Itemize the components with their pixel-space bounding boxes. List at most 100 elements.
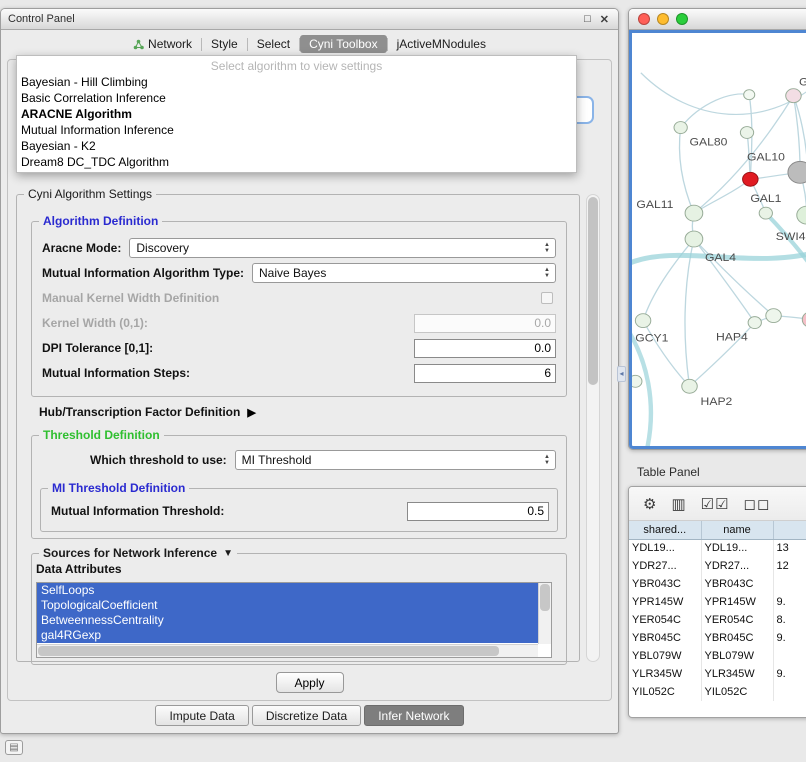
column-header[interactable]: name (701, 521, 773, 539)
table-row[interactable]: YDL19...YDL19...13 (629, 539, 806, 557)
network-node-hap2[interactable] (682, 379, 697, 393)
network-edge[interactable] (643, 321, 689, 387)
table-cell[interactable]: YLR345W (629, 665, 701, 683)
data-attribute-item[interactable]: TopologicalCoefficient (37, 598, 538, 613)
zoom-traffic-light[interactable] (676, 13, 688, 25)
hub-definition-toggle[interactable]: Hub/Transcription Factor Definition ▶ (39, 405, 256, 419)
network-edge[interactable] (632, 330, 651, 446)
settings-scrollbar[interactable] (586, 194, 600, 662)
table-cell[interactable]: 12 (773, 557, 806, 575)
settings-scrollbar-thumb[interactable] (588, 197, 598, 385)
select-all-icon[interactable]: ☑☑ (701, 495, 730, 513)
splitter-collapse-icon[interactable]: ◂ (617, 366, 626, 382)
dpi-tolerance-field[interactable] (414, 339, 556, 358)
which-threshold-select[interactable]: MI Threshold (235, 450, 556, 470)
network-node-hap4[interactable] (766, 309, 781, 323)
table-cell[interactable]: YBR043C (701, 575, 773, 593)
network-node-gal1[interactable] (759, 207, 772, 219)
algorithm-option-dream8-dc-tdc-algorithm[interactable]: Dream8 DC_TDC Algorithm (17, 154, 576, 170)
table-cell[interactable] (773, 647, 806, 665)
table-cell[interactable]: YBR045C (629, 629, 701, 647)
tab-style[interactable]: Style (202, 35, 247, 53)
attr-list-hscrollbar[interactable] (37, 644, 538, 657)
algorithm-option-bayesian-k2[interactable]: Bayesian - K2 (17, 138, 576, 154)
aracne-mode-select[interactable]: Discovery (129, 238, 556, 258)
network-edge[interactable] (641, 73, 806, 115)
mi-threshold-field[interactable] (407, 502, 549, 521)
table-cell[interactable] (773, 575, 806, 593)
table-cell[interactable]: YBR043C (629, 575, 701, 593)
attr-list-vscrollbar[interactable] (538, 583, 551, 644)
table-cell[interactable]: YPR145W (629, 593, 701, 611)
minimize-traffic-light[interactable] (657, 13, 669, 25)
network-node[interactable] (632, 375, 642, 387)
float-window-icon[interactable]: □ (584, 13, 591, 26)
bottom-tab-impute-data[interactable]: Impute Data (155, 705, 248, 726)
network-edge[interactable] (766, 213, 806, 282)
table-cell[interactable]: 13 (773, 539, 806, 557)
table-cell[interactable]: YIL052C (701, 683, 773, 701)
control-panel-titlebar[interactable]: Control Panel □ ✕ (1, 9, 618, 30)
network-node-gal4[interactable] (685, 231, 703, 247)
network-edge[interactable] (681, 94, 750, 128)
network-canvas[interactable]: GALGAL80GAL10GAL11GAL1SWI4GAL4GCY1HAP4YH… (629, 30, 806, 449)
data-attribute-item[interactable]: SelfLoops (37, 583, 538, 598)
panel-dock-icon[interactable]: ▤ (5, 740, 23, 755)
clear-selection-icon[interactable]: ◻◻ (744, 495, 771, 513)
apply-button[interactable]: Apply (276, 672, 344, 693)
close-traffic-light[interactable] (638, 13, 650, 25)
table-row[interactable]: YBR043CYBR043C (629, 575, 806, 593)
tab-cyni-toolbox[interactable]: Cyni Toolbox (300, 35, 386, 53)
table-cell[interactable]: YDR27... (701, 557, 773, 575)
table-cell[interactable]: 9. (773, 629, 806, 647)
network-edge[interactable] (694, 239, 774, 316)
data-attribute-item[interactable]: BetweennessCentrality (37, 613, 538, 628)
table-cell[interactable]: YIL052C (629, 683, 701, 701)
network-edge[interactable] (643, 239, 694, 321)
table-cell[interactable]: YDL19... (701, 539, 773, 557)
table-row[interactable]: YDR27...YDR27...12 (629, 557, 806, 575)
algorithm-option-aracne-algorithm[interactable]: ARACNE Algorithm (17, 106, 576, 122)
network-node[interactable] (788, 161, 806, 183)
network-node-y[interactable] (802, 312, 806, 328)
settings-gear-icon[interactable]: ⚙ (643, 495, 657, 513)
column-header[interactable] (773, 521, 806, 539)
show-columns-icon[interactable]: ▥ (671, 495, 686, 513)
network-node[interactable] (748, 317, 761, 329)
table-cell[interactable]: YLR345W (701, 665, 773, 683)
table-row[interactable]: YIL052CYIL052C (629, 683, 806, 701)
manual-kernel-checkbox[interactable] (541, 292, 553, 304)
tab-select[interactable]: Select (248, 35, 299, 53)
network-node-gal80[interactable] (674, 122, 687, 134)
table-cell[interactable] (773, 683, 806, 701)
tab-jactivemnodules[interactable]: jActiveMNodules (388, 35, 495, 53)
column-header[interactable]: shared... (629, 521, 701, 539)
network-node-swi4[interactable] (797, 206, 806, 224)
algorithm-option-mutual-information-inference[interactable]: Mutual Information Inference (17, 122, 576, 138)
mi-steps-field[interactable] (414, 364, 556, 383)
network-node-gal11[interactable] (685, 205, 703, 221)
table-cell[interactable]: YER054C (701, 611, 773, 629)
network-node-gal10[interactable] (743, 172, 758, 186)
kernel-width-field[interactable] (414, 314, 556, 333)
network-window-titlebar[interactable] (629, 9, 806, 30)
table-row[interactable]: YBL079WYBL079W (629, 647, 806, 665)
table-cell[interactable]: 9. (773, 665, 806, 683)
sources-legend[interactable]: Sources for Network Inference▼ (39, 546, 237, 560)
table-cell[interactable]: YPR145W (701, 593, 773, 611)
mi-type-select[interactable]: Naive Bayes (252, 263, 556, 283)
close-window-icon[interactable]: ✕ (600, 13, 609, 26)
bottom-tab-infer-network[interactable]: Infer Network (364, 705, 463, 726)
table-cell[interactable]: YDR27... (629, 557, 701, 575)
table-cell[interactable]: YBL079W (701, 647, 773, 665)
bottom-tab-discretize-data[interactable]: Discretize Data (252, 705, 361, 726)
tab-network[interactable]: Network (124, 35, 201, 53)
network-node[interactable] (740, 127, 753, 139)
network-node-gal[interactable] (786, 89, 801, 103)
table-cell[interactable]: YDL19... (629, 539, 701, 557)
algorithm-option-bayesian-hill-climbing[interactable]: Bayesian - Hill Climbing (17, 74, 576, 90)
data-attribute-item[interactable]: gal4RGexp (37, 628, 538, 643)
table-row[interactable]: YER054CYER054C8. (629, 611, 806, 629)
network-edge[interactable] (694, 179, 750, 213)
table-row[interactable]: YLR345WYLR345W9. (629, 665, 806, 683)
